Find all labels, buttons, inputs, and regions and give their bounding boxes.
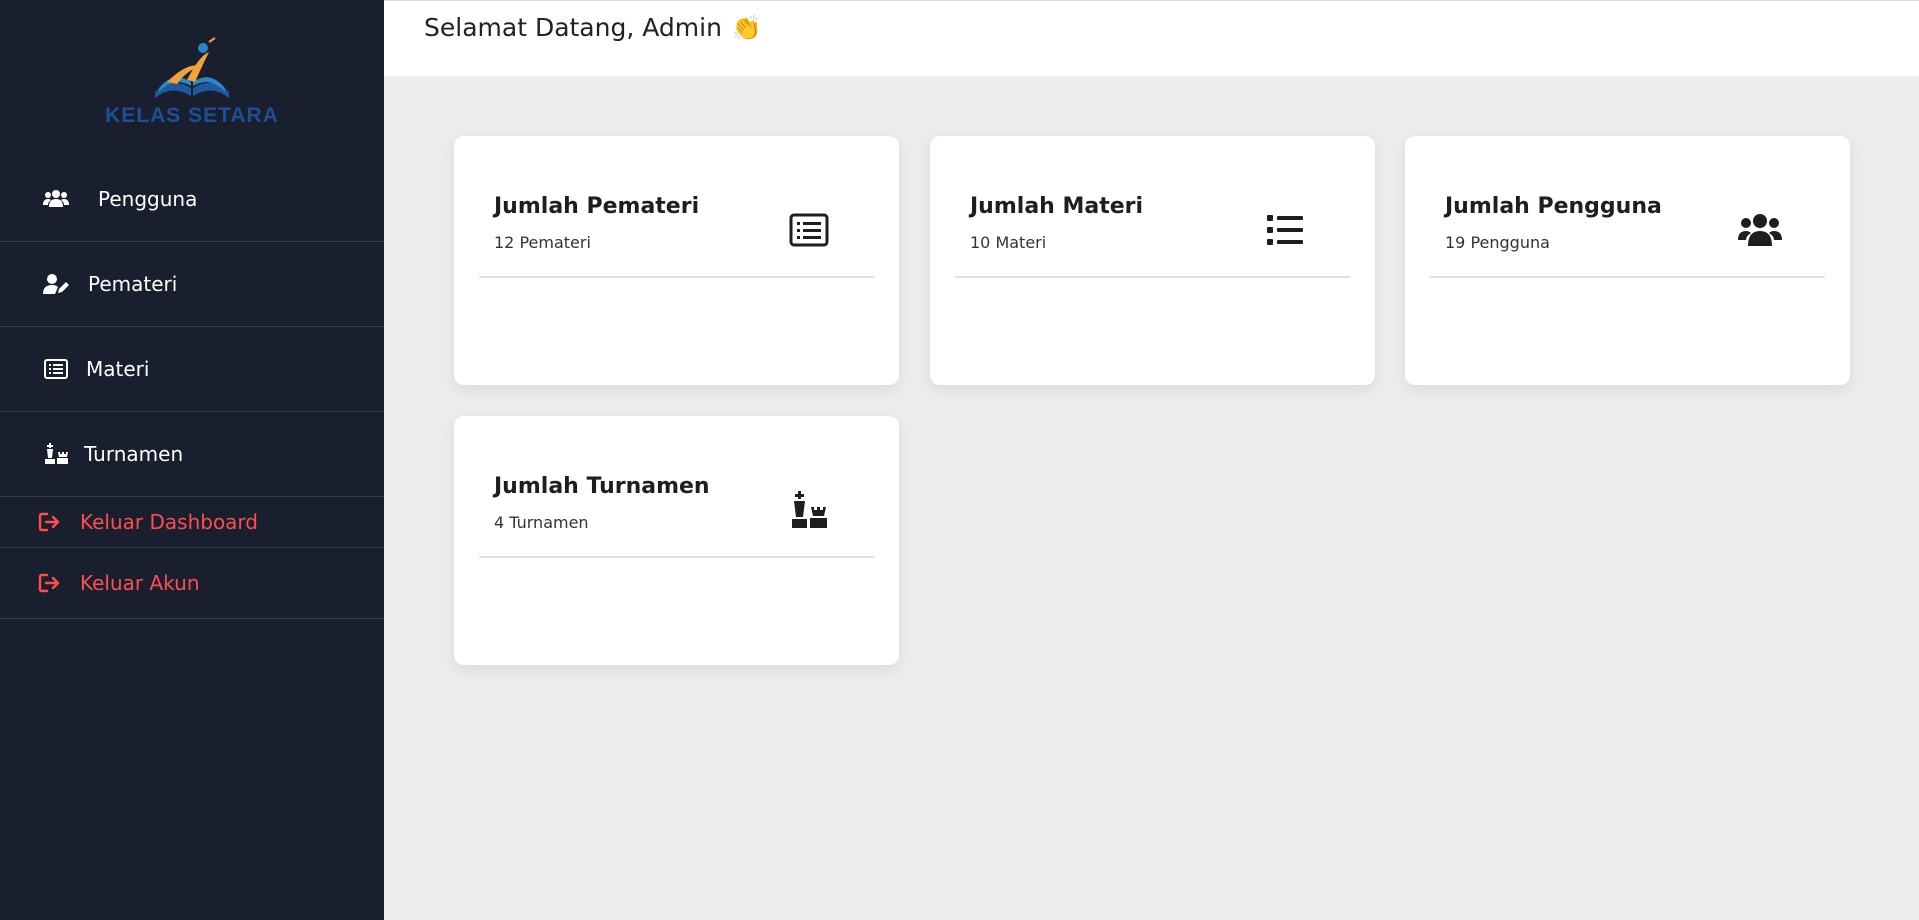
card-divider	[1430, 276, 1825, 278]
sidebar-item-pengguna[interactable]: Pengguna	[0, 156, 384, 242]
users-icon	[42, 185, 70, 213]
card-count: 19 Pengguna	[1445, 233, 1550, 252]
card-count: 10 Materi	[970, 233, 1047, 252]
card-title: Jumlah Pengguna	[1445, 194, 1662, 219]
card-divider	[955, 276, 1350, 278]
header: Selamat Datang, Admin 👏	[384, 0, 1919, 76]
card-title: Jumlah Materi	[970, 194, 1144, 219]
brand-name: KELAS SETARA	[105, 104, 279, 127]
clapping-hands-icon: 👏	[731, 13, 762, 42]
sidebar-item-materi[interactable]: Materi	[0, 327, 384, 412]
welcome-text: Selamat Datang, Admin	[424, 13, 722, 42]
sidebar-item-turnamen[interactable]: Turnamen	[0, 412, 384, 497]
sidebar-item-label: Pengguna	[98, 186, 198, 211]
list-alt-icon	[42, 355, 70, 383]
card-count: 4 Turnamen	[494, 513, 589, 532]
sidebar-item-label: Keluar Dashboard	[80, 510, 258, 534]
list-alt-icon	[787, 208, 831, 252]
sidebar-item-label: Pemateri	[88, 272, 178, 296]
card-jumlah-materi[interactable]: Jumlah Materi 10 Materi	[930, 136, 1375, 385]
card-jumlah-pemateri[interactable]: Jumlah Pemateri 12 Pemateri	[454, 136, 899, 385]
sidebar-item-pemateri[interactable]: Pemateri	[0, 242, 384, 327]
brand-logo[interactable]: KELAS SETARA	[0, 36, 384, 140]
chess-icon	[787, 488, 831, 532]
card-divider	[479, 276, 874, 278]
sign-out-icon	[36, 508, 64, 536]
sidebar-item-label: Turnamen	[84, 442, 184, 466]
sign-out-icon	[36, 569, 64, 597]
sidebar-item-keluar-akun[interactable]: Keluar Akun	[0, 548, 384, 619]
users-icon	[1738, 208, 1782, 252]
card-divider	[479, 556, 874, 558]
card-jumlah-pengguna[interactable]: Jumlah Pengguna 19 Pengguna	[1405, 136, 1850, 385]
card-title: Jumlah Pemateri	[494, 194, 700, 219]
sidebar: KELAS SETARA Pengguna Pemateri Materi Tu…	[0, 0, 384, 920]
book-logo-icon	[155, 37, 229, 98]
sidebar-item-label: Keluar Akun	[80, 571, 200, 595]
card-jumlah-turnamen[interactable]: Jumlah Turnamen 4 Turnamen	[454, 416, 899, 665]
page-title: Selamat Datang, Admin 👏	[424, 13, 762, 42]
chess-icon	[42, 440, 70, 468]
card-count: 12 Pemateri	[494, 233, 591, 252]
card-title: Jumlah Turnamen	[494, 474, 710, 499]
sidebar-item-label: Materi	[86, 357, 150, 381]
list-icon	[1263, 208, 1307, 252]
user-edit-icon	[42, 270, 70, 298]
sidebar-item-keluar-dashboard[interactable]: Keluar Dashboard	[0, 497, 384, 548]
